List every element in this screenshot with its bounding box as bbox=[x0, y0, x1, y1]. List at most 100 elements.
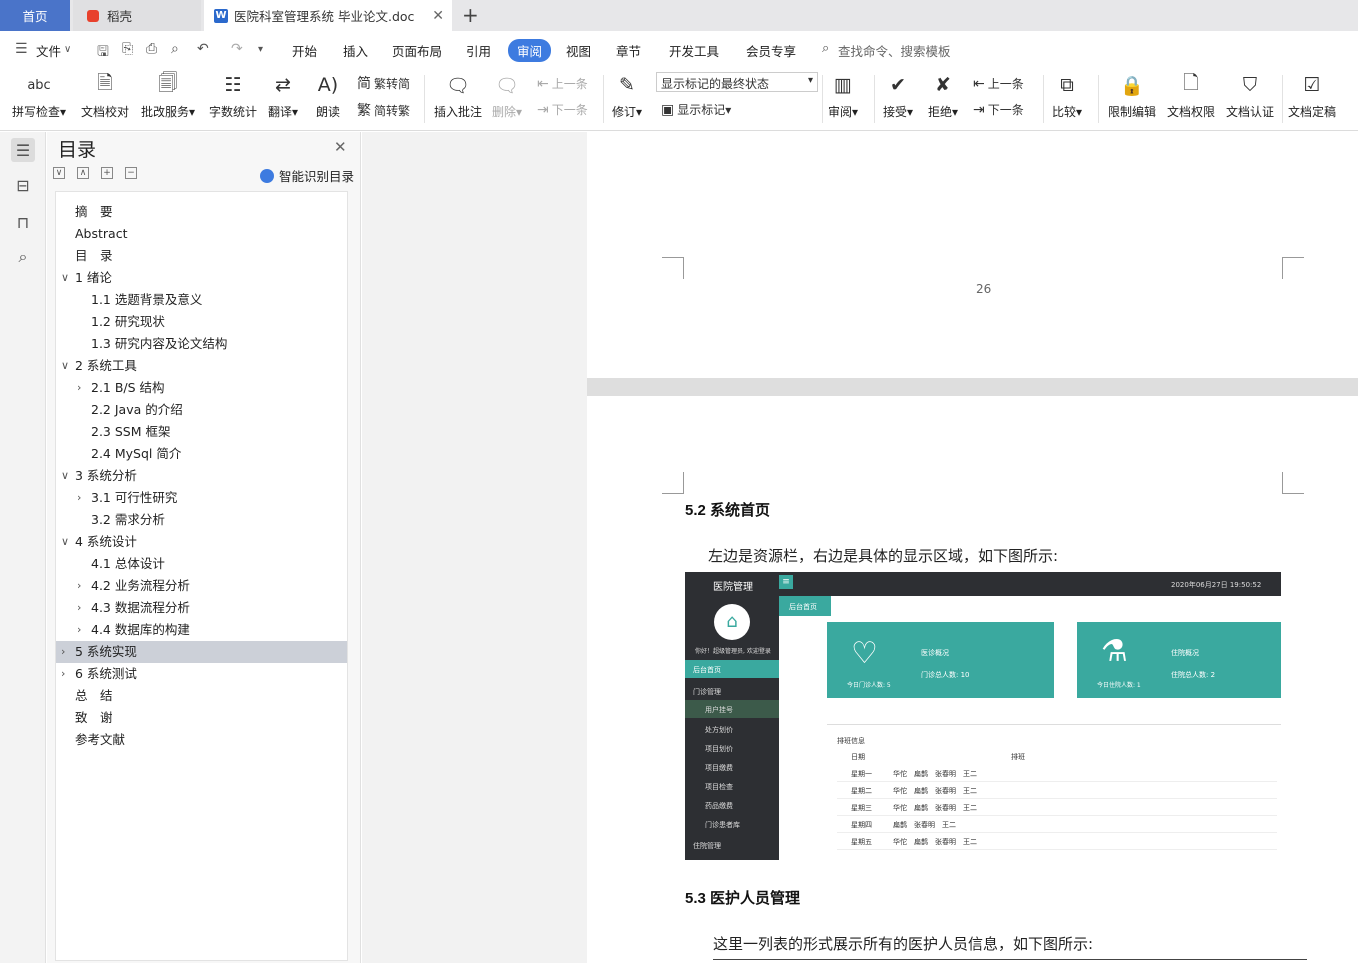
menu-layout[interactable]: 页面布局 bbox=[392, 41, 442, 60]
next-change-button[interactable]: ⇥ 下一条 bbox=[973, 101, 1024, 118]
smart-toc-icon bbox=[260, 168, 274, 183]
word-count-label: 字数统计 bbox=[209, 105, 258, 119]
chevron-down-icon[interactable]: ∨ bbox=[61, 465, 69, 487]
toc-item[interactable]: › 4.3 数据流程分析 bbox=[56, 597, 347, 619]
toc-item[interactable]: 1.1 选题背景及意义 bbox=[56, 289, 347, 311]
toc-item[interactable]: 摘 要 bbox=[56, 201, 347, 223]
review-pane-button[interactable]: ▥ 审阅▾ bbox=[828, 71, 858, 120]
toc-item[interactable]: Abstract bbox=[56, 223, 347, 245]
close-icon[interactable]: ✕ bbox=[334, 138, 347, 156]
toc-item[interactable]: 2.4 MySql 简介 bbox=[56, 443, 347, 465]
export-icon[interactable]: ⎘ bbox=[122, 41, 133, 57]
track-changes-button[interactable]: ✎ 修订▾ bbox=[612, 71, 642, 120]
display-mode-select[interactable]: 显示标记的最终状态 bbox=[656, 72, 818, 92]
close-tab-icon[interactable]: ✕ bbox=[432, 8, 444, 24]
toc-item[interactable]: ∨ 4 系统设计 bbox=[56, 531, 347, 553]
reject-button[interactable]: ✘ 拒绝▾ bbox=[928, 71, 958, 120]
menu-file[interactable]: 文件 bbox=[36, 41, 61, 60]
remove-level-icon[interactable]: − bbox=[125, 167, 137, 179]
doc-permission-button[interactable]: 🗋 文档权限 bbox=[1167, 71, 1215, 120]
print-preview-icon[interactable]: ⌕ bbox=[171, 41, 179, 57]
chapter-nav-icon[interactable]: ⊟ bbox=[11, 173, 35, 197]
finalize-button[interactable]: ☑ 文档定稿 bbox=[1288, 71, 1336, 120]
batch-service-button[interactable]: 🗐 批改服务▾ bbox=[141, 71, 195, 120]
tab-daoke[interactable]: 稻壳 bbox=[73, 0, 201, 31]
restrict-edit-button[interactable]: 🔒 限制编辑 bbox=[1108, 71, 1156, 120]
chevron-down-icon[interactable]: ∨ bbox=[64, 44, 71, 55]
tab-document[interactable]: W 医院科室管理系统 毕业论文.doc ✕ bbox=[204, 0, 452, 31]
menu-review[interactable]: 审阅 bbox=[508, 39, 552, 62]
toc-item[interactable]: 2.2 Java 的介绍 bbox=[56, 399, 347, 421]
toc-item[interactable]: › 4.4 数据库的构建 bbox=[56, 619, 347, 641]
add-level-icon[interactable]: + bbox=[101, 167, 113, 179]
toc-item[interactable]: 3.2 需求分析 bbox=[56, 509, 347, 531]
toc-item[interactable]: 致 谢 bbox=[56, 707, 347, 729]
toc-item[interactable]: 1.3 研究内容及论文结构 bbox=[56, 333, 347, 355]
expand-all-icon[interactable]: ∧ bbox=[77, 167, 89, 179]
quick-access-more-icon[interactable]: ▾ bbox=[258, 44, 263, 55]
toc-item[interactable]: 1.2 研究现状 bbox=[56, 311, 347, 333]
menu-insert[interactable]: 插入 bbox=[343, 41, 368, 60]
delete-comment-button[interactable]: 🗨 删除▾ bbox=[492, 71, 522, 120]
save-icon[interactable]: 🖫 bbox=[97, 41, 109, 65]
trad-to-simp-button[interactable]: 简繁转简 bbox=[357, 73, 410, 93]
simp-to-trad-button[interactable]: 繁简转繁 bbox=[357, 100, 410, 120]
word-count-button[interactable]: ☷ 字数统计 bbox=[209, 71, 257, 120]
next-comment-button[interactable]: ⇥ 下一条 bbox=[537, 101, 588, 118]
menu-vip[interactable]: 会员专享 bbox=[746, 41, 796, 60]
doc-check-button[interactable]: 🗎 文档校对 bbox=[81, 71, 129, 120]
chevron-right-icon[interactable]: › bbox=[77, 575, 81, 597]
prev-change-button[interactable]: ⇤ 上一条 bbox=[973, 75, 1024, 92]
tab-home[interactable]: 首页 bbox=[0, 0, 70, 31]
smart-toc-label: 智能识别目录 bbox=[279, 169, 355, 184]
smart-toc-button[interactable]: 智能识别目录 bbox=[260, 166, 354, 185]
toc-item[interactable]: › 6 系统测试 bbox=[56, 663, 347, 685]
compare-button[interactable]: ⧉ 比较▾ bbox=[1052, 71, 1082, 120]
toc-item[interactable]: 总 结 bbox=[56, 685, 347, 707]
toc-item[interactable]: › 5 系统实现 bbox=[56, 641, 347, 663]
doc-cert-button[interactable]: ⛉ 文档认证 bbox=[1226, 71, 1274, 120]
toc-item[interactable]: 参考文献 bbox=[56, 729, 347, 751]
toc-item[interactable]: › 2.1 B/S 结构 bbox=[56, 377, 347, 399]
toc-item[interactable]: ∨ 3 系统分析 bbox=[56, 465, 347, 487]
menu-reference[interactable]: 引用 bbox=[466, 41, 491, 60]
toc-item[interactable]: 2.3 SSM 框架 bbox=[56, 421, 347, 443]
chevron-right-icon[interactable]: › bbox=[77, 597, 81, 619]
menu-chapter[interactable]: 章节 bbox=[616, 41, 641, 60]
command-search[interactable]: 查找命令、搜索模板 bbox=[838, 41, 951, 60]
chevron-right-icon[interactable]: › bbox=[77, 487, 81, 509]
collapse-all-icon[interactable]: ∨ bbox=[53, 167, 65, 179]
accept-button[interactable]: ✔ 接受▾ bbox=[883, 71, 913, 120]
show-markup-button[interactable]: ▣ 显示标记 ▾ bbox=[661, 101, 731, 118]
chevron-right-icon[interactable]: › bbox=[77, 619, 81, 641]
hamburger-icon[interactable]: ☰ bbox=[15, 41, 28, 57]
toc-item[interactable]: › 3.1 可行性研究 bbox=[56, 487, 347, 509]
undo-icon[interactable]: ↶ bbox=[197, 41, 209, 57]
translate-button[interactable]: ⇄ 翻译▾ bbox=[268, 71, 298, 120]
chevron-down-icon[interactable]: ∨ bbox=[61, 355, 69, 377]
toc-item[interactable]: ∨ 2 系统工具 bbox=[56, 355, 347, 377]
insert-comment-button[interactable]: 🗨 插入批注 bbox=[434, 71, 482, 120]
toc-item[interactable]: 4.1 总体设计 bbox=[56, 553, 347, 575]
menu-view[interactable]: 视图 bbox=[566, 41, 591, 60]
search-icon[interactable]: ⌕ bbox=[11, 245, 35, 269]
prev-comment-button[interactable]: ⇤ 上一条 bbox=[537, 75, 588, 92]
spell-check-button[interactable]: abc 拼写检查▾ bbox=[12, 71, 66, 120]
chevron-right-icon[interactable]: › bbox=[61, 641, 65, 663]
chevron-down-icon[interactable]: ∨ bbox=[61, 267, 69, 289]
read-aloud-button[interactable]: A) 朗读 bbox=[314, 71, 342, 120]
redo-icon[interactable]: ↷ bbox=[231, 41, 243, 57]
menu-home[interactable]: 开始 bbox=[292, 41, 317, 60]
toc-item[interactable]: › 4.2 业务流程分析 bbox=[56, 575, 347, 597]
chevron-right-icon[interactable]: › bbox=[77, 377, 81, 399]
toc-item-label: 1.2 研究现状 bbox=[91, 314, 165, 329]
bookmark-icon[interactable]: ⊓ bbox=[11, 210, 35, 234]
print-icon[interactable]: ⎙ bbox=[146, 41, 157, 57]
chevron-right-icon[interactable]: › bbox=[61, 663, 65, 685]
chevron-down-icon[interactable]: ∨ bbox=[61, 531, 69, 553]
toc-item[interactable]: 目 录 bbox=[56, 245, 347, 267]
toc-item[interactable]: ∨ 1 绪论 bbox=[56, 267, 347, 289]
new-tab-icon[interactable]: + bbox=[462, 3, 479, 27]
menu-developer[interactable]: 开发工具 bbox=[669, 41, 719, 60]
toc-nav-icon[interactable]: ☰ bbox=[11, 138, 35, 162]
